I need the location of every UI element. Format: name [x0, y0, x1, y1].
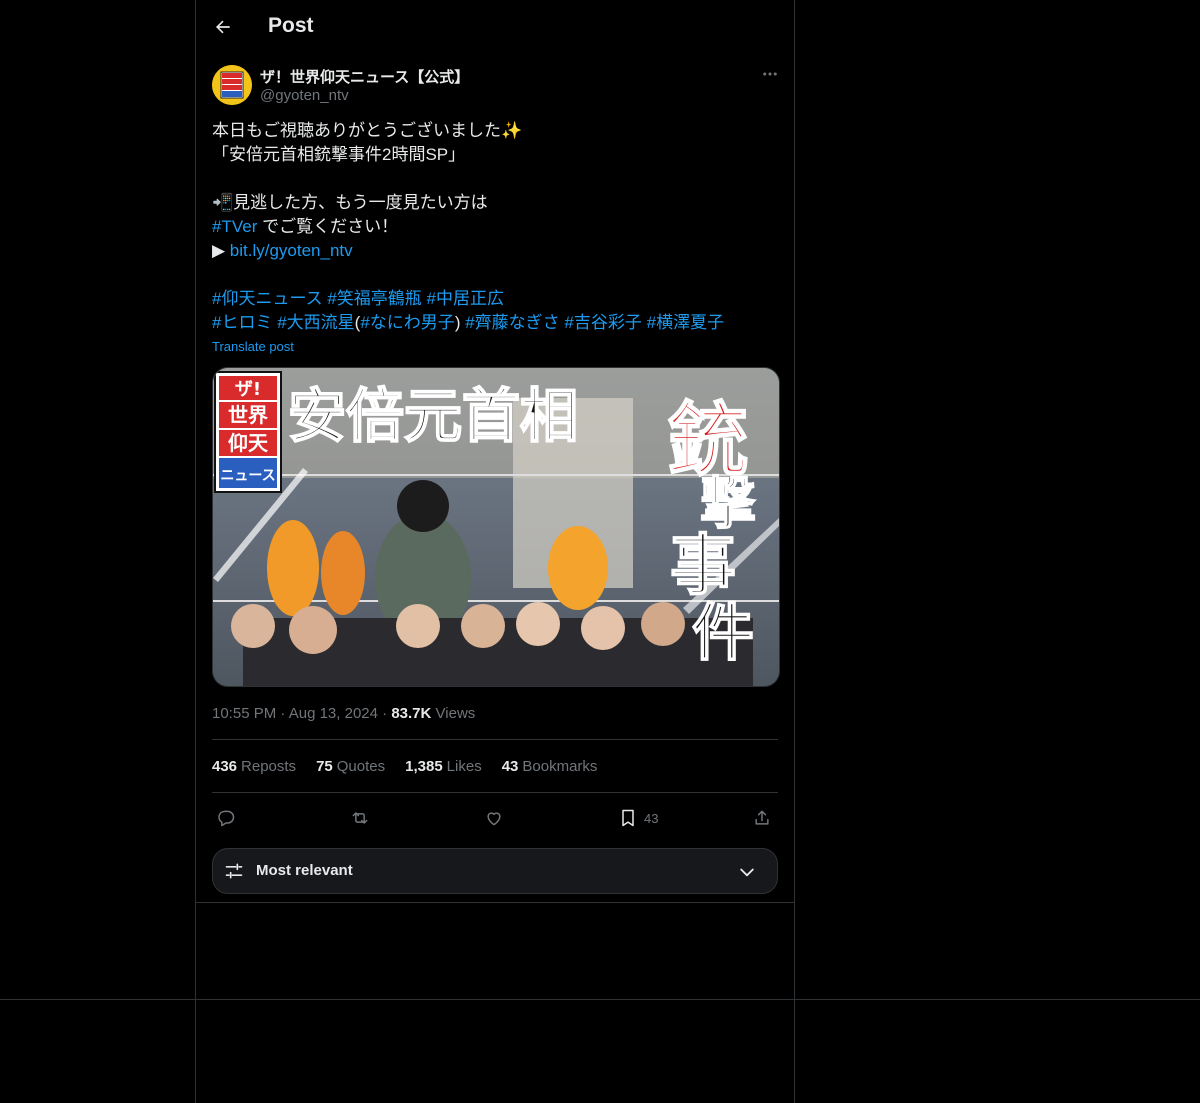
stat-count: 43: [501, 758, 519, 775]
image-side-char: 事: [670, 526, 736, 604]
bookmarks-stat[interactable]: 43 Bookmarks: [502, 758, 598, 775]
reply-icon: [218, 810, 235, 827]
hashtag-link[interactable]: #中居正広: [427, 289, 504, 308]
stat-label: Reposts: [241, 758, 297, 775]
logo-line: ニュース: [220, 468, 275, 484]
repost-icon: [352, 812, 368, 824]
post-image[interactable]: ザ! 世界 仰天 ニュース 安倍元首相 銃 撃 事 件: [212, 367, 780, 687]
hashtag-link[interactable]: #TVer: [212, 217, 257, 236]
avatar[interactable]: [212, 65, 252, 105]
post-line: ▶ bit.ly/gyoten_ntv: [212, 239, 778, 263]
hashtag-link[interactable]: #横澤夏子: [647, 313, 724, 332]
hashtag-link[interactable]: #齊藤なぎさ: [465, 313, 559, 332]
hashtag-link[interactable]: #大西流星: [277, 313, 354, 332]
hashtag-link[interactable]: #仰天ニュース: [212, 289, 323, 308]
likes-stat[interactable]: 1,385 Likes: [405, 758, 482, 775]
chevron-down-icon: [740, 868, 754, 877]
divider: [212, 792, 778, 793]
author-handle[interactable]: @gyoten_ntv: [260, 87, 349, 104]
stat-label: Bookmarks: [522, 758, 598, 775]
page-title: Post: [268, 14, 314, 37]
post-metadata: 10:55 PM · Aug 13, 2024 · 83.7K Views: [212, 705, 475, 722]
logo-line: 世界: [228, 403, 268, 427]
column-border-right: [794, 0, 795, 1103]
hashtag-link[interactable]: #なにわ男子: [360, 313, 454, 332]
more-dots-icon: [763, 72, 777, 76]
sort-replies-dropdown[interactable]: Most relevant: [212, 848, 778, 894]
hashtag-link[interactable]: #笑福亭鶴瓶: [327, 289, 421, 308]
quotes-stat[interactable]: 75 Quotes: [316, 758, 385, 775]
translate-post-link[interactable]: Translate post: [212, 339, 294, 354]
stat-count: 1,385: [405, 758, 443, 775]
hashtag-row: #ヒロミ #大西流星(#なにわ男子) #齊藤なぎさ #吉谷彩子 #横澤夏子: [212, 311, 778, 335]
heart-icon: [487, 812, 501, 826]
post-line: 📲見逃した方、もう一度見たい方は: [212, 191, 778, 215]
hashtag-link[interactable]: #ヒロミ: [212, 313, 272, 332]
action-bar: 43: [212, 804, 778, 832]
logo-line: 仰天: [228, 431, 269, 455]
bookmark-icon: [622, 809, 634, 827]
author-display-name[interactable]: ザ！世界仰天ニュース【公式】: [260, 66, 469, 87]
post-date[interactable]: Aug 13, 2024: [289, 705, 378, 722]
play-symbol: ▶: [212, 241, 230, 260]
divider: [212, 739, 778, 740]
arrow-left-icon: [216, 20, 230, 34]
views-label: Views: [435, 705, 476, 722]
like-button[interactable]: [484, 804, 504, 832]
views-count: 83.7K: [391, 705, 432, 722]
meta-separator: ·: [280, 705, 289, 722]
post-line: 本日もご視聴ありがとうございました✨: [212, 121, 523, 140]
hashtag-link[interactable]: #吉谷彩子: [564, 313, 641, 332]
sliders-icon: [225, 863, 243, 879]
post-header: Post: [196, 0, 794, 54]
image-side-char: 件: [692, 596, 754, 669]
post-line-text: でご覧ください！: [257, 217, 399, 236]
post-line: #TVer でご覧ください！: [212, 215, 778, 239]
meta-separator: ·: [382, 705, 392, 722]
back-button[interactable]: [208, 10, 238, 44]
phone-arrow-emoji-icon: 📲: [212, 193, 234, 212]
lower-divider: [0, 999, 1200, 1000]
share-button[interactable]: [752, 804, 772, 832]
stat-label: Likes: [446, 758, 482, 775]
stat-label: Quotes: [336, 758, 386, 775]
bookmark-count: 43: [644, 810, 659, 826]
post-text: 本日もご視聴ありがとうございました✨ 「安倍元首相銃撃事件2時間SP」 📲見逃し…: [212, 119, 778, 335]
more-options-button[interactable]: [758, 62, 782, 86]
share-icon: [755, 810, 769, 825]
post-line: 「安倍元首相銃撃事件2時間SP」: [212, 145, 466, 164]
reply-button[interactable]: [216, 804, 236, 832]
image-title-text: 安倍元首相: [288, 382, 578, 450]
bookmark-button[interactable]: 43: [618, 804, 658, 832]
avatar-logo-icon: [212, 65, 252, 105]
post-column: Post ザ！世界仰天ニュース【公式】 @gyoten_ntv 本日もご視聴あり…: [196, 0, 794, 903]
repost-button[interactable]: [350, 804, 370, 832]
url-link[interactable]: bit.ly/gyoten_ntv: [230, 241, 353, 260]
logo-line: ザ!: [235, 379, 261, 400]
post-line-text: 見逃した方、もう一度見たい方は: [233, 193, 488, 212]
reposts-stat[interactable]: 436 Reposts: [212, 758, 296, 775]
sort-label: Most relevant: [256, 862, 353, 879]
post-stats: 436 Reposts 75 Quotes 1,385 Likes 43 Bookmar…: [212, 758, 597, 775]
paren: ): [454, 313, 461, 332]
stat-count: 436: [212, 758, 238, 775]
hashtag-row: #仰天ニュース #笑福亭鶴瓶 #中居正広: [212, 287, 778, 311]
post-image-graphic: ザ! 世界 仰天 ニュース 安倍元首相 銃 撃 事 件: [213, 368, 779, 686]
post-time[interactable]: 10:55 PM: [212, 705, 276, 722]
stat-count: 75: [316, 758, 333, 775]
